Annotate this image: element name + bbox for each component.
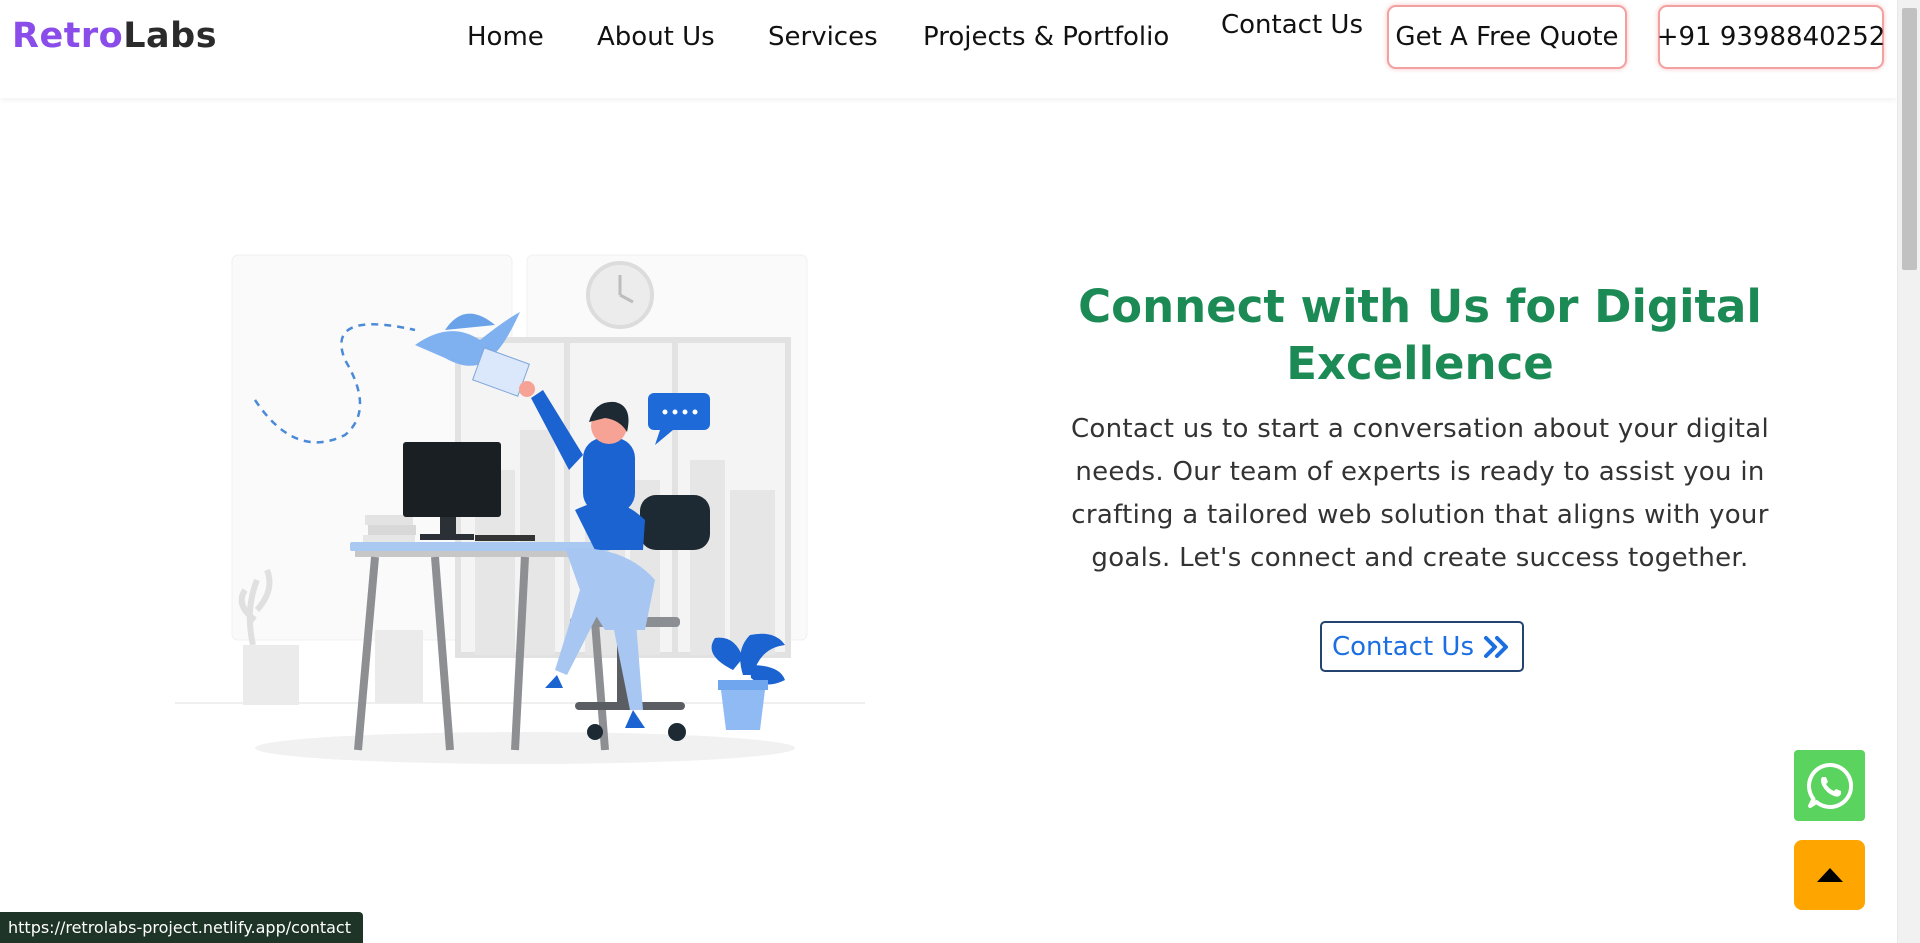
whatsapp-button[interactable] xyxy=(1794,750,1865,821)
double-chevron-right-icon xyxy=(1484,635,1508,658)
scrollbar-thumb[interactable] xyxy=(1902,8,1917,270)
whatsapp-icon xyxy=(1806,762,1853,809)
navbar: RetroLabs Home About Us Services Project… xyxy=(0,0,1897,98)
hero-title: Connect with Us for Digital Excellence xyxy=(1078,280,1762,390)
contact-us-button[interactable]: Contact Us xyxy=(1320,621,1524,672)
nav-projects[interactable]: Projects & Portfolio xyxy=(923,22,1169,52)
nav-services[interactable]: Services xyxy=(768,22,878,52)
scroll-to-top-button[interactable] xyxy=(1794,840,1865,910)
nav-contact[interactable]: Contact Us xyxy=(1221,10,1363,40)
hero-description: Contact us to start a conversation about… xyxy=(1070,414,1770,573)
contact-illustration xyxy=(175,250,875,770)
page-scrollbar[interactable] xyxy=(1897,0,1920,943)
nav-about[interactable]: About Us xyxy=(597,22,715,52)
brand-part-retro: Retro xyxy=(12,16,124,56)
get-free-quote-button[interactable]: Get A Free Quote xyxy=(1387,5,1627,69)
contact-us-button-label: Contact Us xyxy=(1332,631,1474,662)
link-status-bar: https://retrolabs-project.netlify.app/co… xyxy=(0,912,363,943)
caret-up-icon xyxy=(1816,868,1843,882)
brand-logo[interactable]: RetroLabs xyxy=(12,16,217,56)
phone-button[interactable]: +91 9398840252 xyxy=(1657,5,1885,69)
woman-at-desk-illustration xyxy=(175,254,865,764)
nav-home[interactable]: Home xyxy=(467,22,544,52)
brand-part-labs: Labs xyxy=(123,16,218,56)
